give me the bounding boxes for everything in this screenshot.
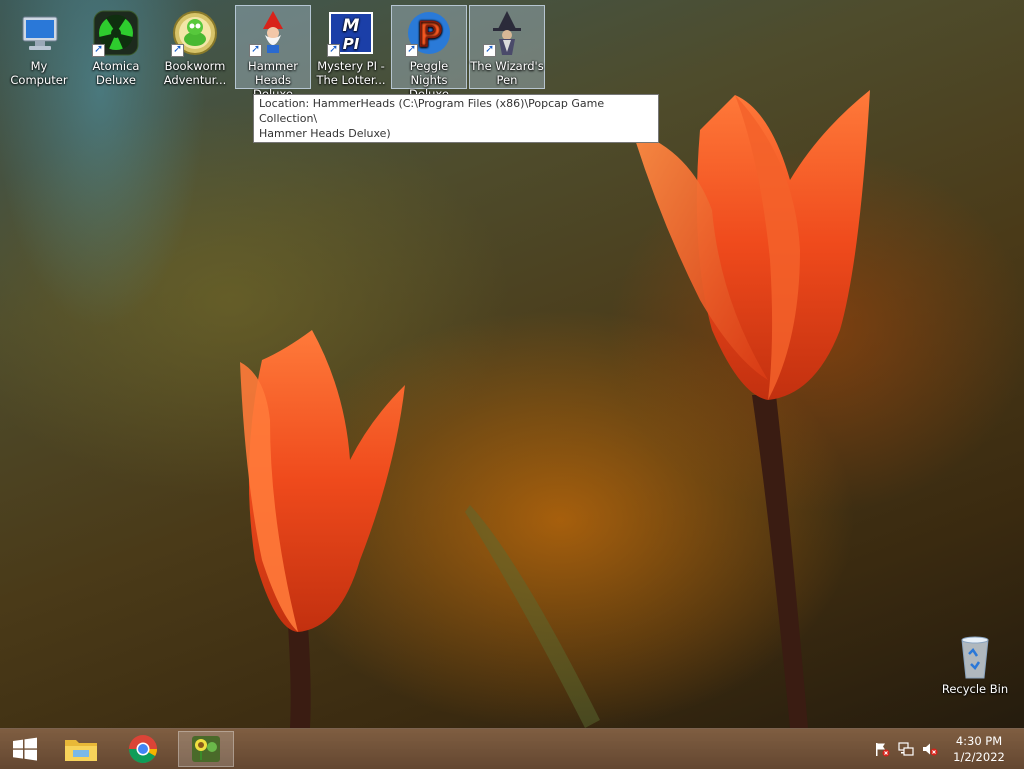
volume-muted-icon[interactable] [922,741,938,757]
desktop-icon-bookworm-adventures[interactable]: Bookworm Adventur... [157,5,233,89]
network-icon[interactable] [898,741,914,757]
desktop-icon-hammer-heads-deluxe[interactable]: Hammer Heads Deluxe [235,5,311,101]
wizard-icon [483,9,531,57]
plants-vs-zombies-icon [192,736,220,762]
start-button[interactable] [0,731,50,767]
svg-text:M: M [343,16,360,36]
peggle-icon: P [405,9,453,57]
desktop-icon-label: My Computer [10,59,68,87]
desktop-icon-recycle-bin[interactable]: Recycle Bin [937,628,1013,712]
clock-time: 4:30 PM [955,734,1003,748]
chrome-icon [129,735,157,763]
gnome-icon [249,9,297,57]
desktop-icon-label: Atomica Deluxe [92,59,140,87]
shortcut-arrow-icon [249,42,262,57]
desktop-icon-label: Bookworm Adventur... [163,59,227,87]
atomica-icon [92,9,140,57]
desktop-icon-peggle-nights-deluxe[interactable]: P Peggle Nights Deluxe [391,5,467,101]
desktop[interactable]: My Computer Atomica Deluxe Bookworm [0,0,1024,728]
desktop-icon-label: Mystery PI - The Lotter... [316,59,386,87]
desktop-icon-atomica-deluxe[interactable]: Atomica Deluxe [78,5,154,89]
mpi-icon: M PI [327,9,375,57]
shortcut-arrow-icon [483,42,496,57]
svg-text:P: P [418,15,443,55]
desktop-icon-mystery-pi[interactable]: M PI Mystery PI - The Lotter... [313,5,389,89]
shortcut-arrow-icon [92,42,105,57]
location-tooltip: Location: HammerHeads (C:\Program Files … [253,94,659,143]
desktop-icon-label: The Wizard's Pen [470,59,544,87]
svg-text:PI: PI [343,35,360,53]
taskbar-chrome[interactable] [118,731,168,767]
desktop-icon-label: Recycle Bin [941,682,1009,696]
shortcut-arrow-icon [171,42,184,57]
computer-icon [15,9,63,57]
recycle-bin-icon [951,632,999,680]
desktop-icon-my-computer[interactable]: My Computer [1,5,77,89]
system-clock[interactable]: 4:30 PM 1/2/2022 [944,733,1014,765]
action-center-flag-icon[interactable] [874,741,890,757]
taskbar-file-explorer[interactable] [56,731,106,767]
tooltip-line: Location: HammerHeads (C:\Program Files … [259,97,605,125]
shortcut-arrow-icon [327,42,340,57]
taskbar: 4:30 PM 1/2/2022 [0,728,1024,769]
shortcut-arrow-icon [405,42,418,57]
clock-date: 1/2/2022 [953,750,1005,764]
windows-start-icon [13,737,37,761]
taskbar-plants-vs-zombies[interactable] [178,731,234,767]
bookworm-icon [171,9,219,57]
desktop-icon-the-wizards-pen[interactable]: The Wizard's Pen [469,5,545,89]
tooltip-line: Hammer Heads Deluxe) [259,127,391,140]
file-explorer-icon [65,740,97,761]
